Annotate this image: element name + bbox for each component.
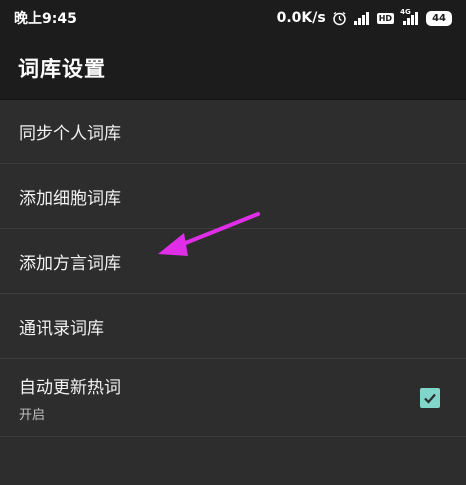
hd-badge-label: HD — [376, 12, 395, 24]
page-title: 词库设置 — [18, 56, 106, 81]
setting-label: 通讯录词库 — [19, 318, 104, 339]
setting-sync-personal-dict[interactable]: 同步个人词库 — [0, 100, 466, 164]
4g-signal-icon: 4G — [400, 8, 420, 26]
hd-icon: HD — [376, 10, 395, 26]
checkmark-icon — [424, 393, 436, 404]
status-indicators: 0.0K/s HD 4G 44 — [276, 8, 452, 26]
alarm-icon — [332, 10, 347, 26]
setting-contacts-dict[interactable]: 通讯录词库 — [0, 294, 466, 359]
setting-label: 同步个人词库 — [19, 124, 121, 144]
app-bar: 词库设置 — [0, 36, 466, 100]
setting-label: 添加细胞词库 — [19, 188, 121, 209]
setting-auto-update-hotwords[interactable]: 自动更新热词 开启 — [0, 359, 466, 437]
setting-add-cell-dict[interactable]: 添加细胞词库 — [0, 164, 466, 229]
setting-add-dialect-dict[interactable]: 添加方言词库 — [0, 229, 466, 294]
setting-summary: 开启 — [19, 407, 46, 423]
battery-icon: 44 — [426, 10, 452, 26]
setting-label: 自动更新热词 — [19, 377, 121, 398]
network-type-label: 4G — [400, 8, 411, 16]
status-time: 晚上9:45 — [14, 11, 77, 27]
network-speed: 0.0K/s — [276, 10, 326, 26]
signal-icon — [353, 10, 371, 26]
auto-update-checkbox[interactable] — [420, 387, 440, 408]
settings-list: 同步个人词库 添加细胞词库 添加方言词库 通讯录词库 自动更新热词 开启 — [0, 100, 466, 437]
status-bar: 晚上9:45 0.0K/s HD 4G 44 — [0, 0, 466, 36]
setting-label: 添加方言词库 — [19, 253, 121, 274]
